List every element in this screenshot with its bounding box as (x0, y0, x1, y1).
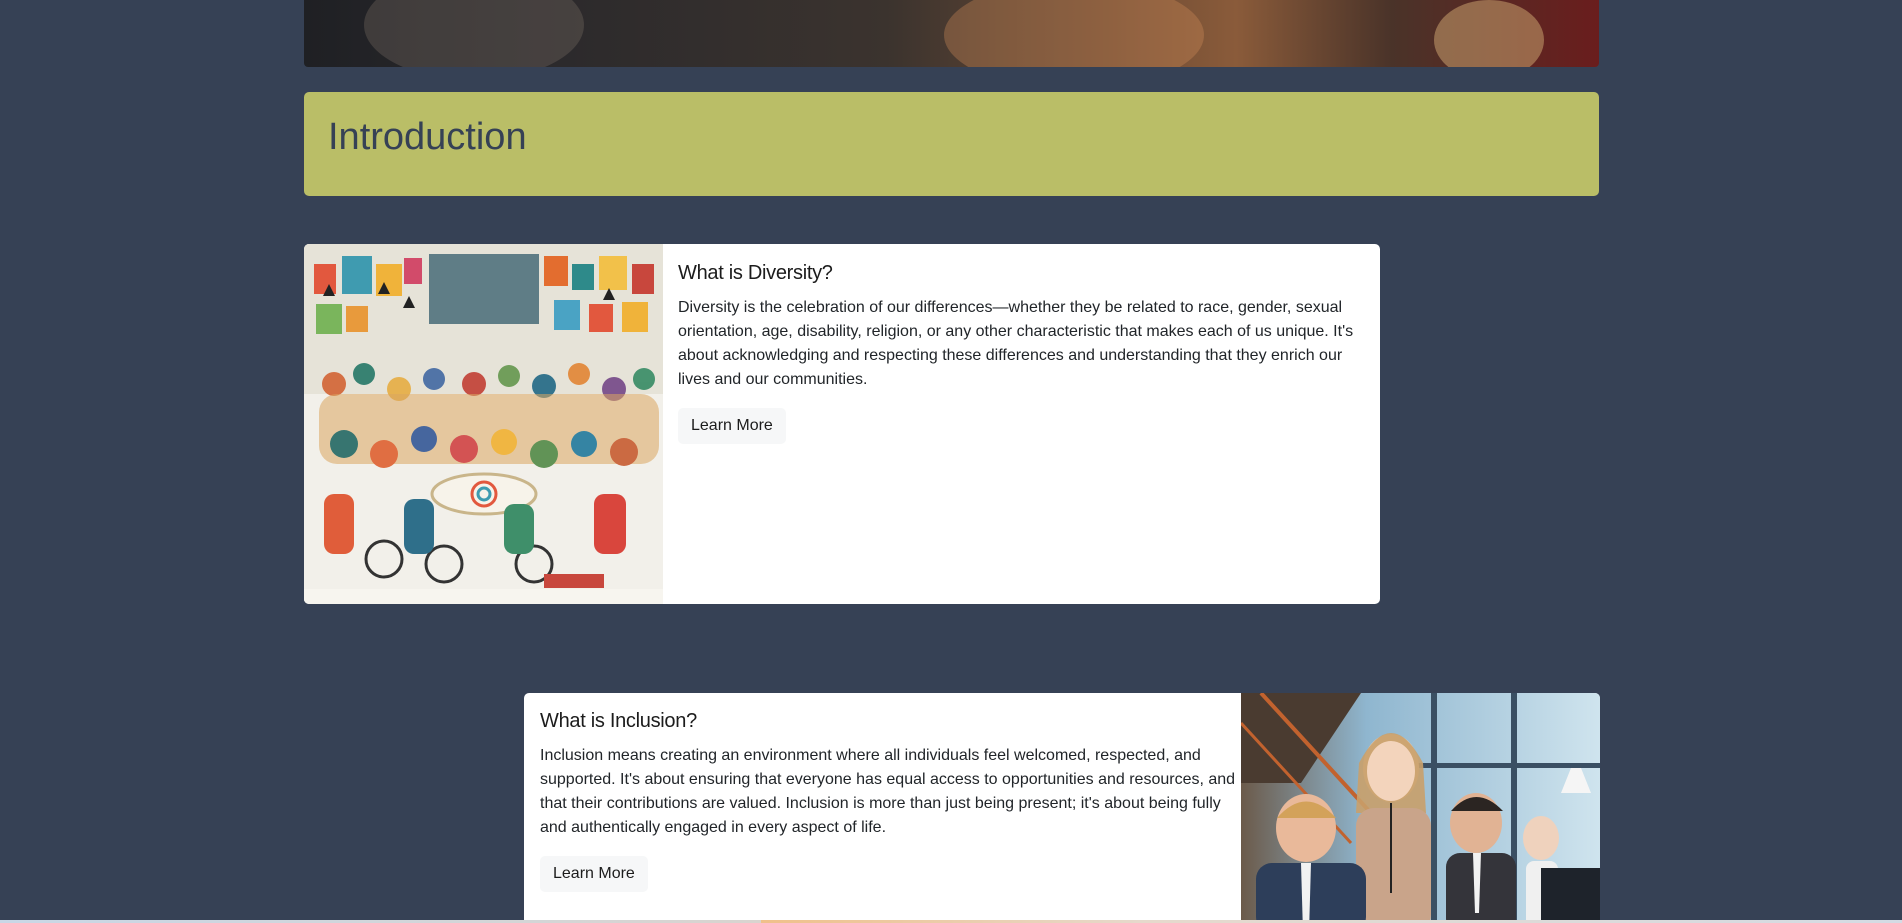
teddy-bear-detail (1434, 0, 1544, 67)
diversity-text: Diversity is the celebration of our diff… (678, 299, 1354, 388)
diversity-title: What is Diversity? (678, 262, 833, 284)
hero-image (304, 0, 1599, 67)
intro-title: Introduction (328, 116, 527, 158)
inclusion-text: Inclusion means creating an environment … (540, 747, 1236, 836)
inclusion-card: What is Inclusion? Inclusion means creat… (524, 693, 1600, 923)
page: Introduction What is Diversity? Diversit… (0, 0, 1902, 923)
diversity-image (304, 244, 663, 604)
inclusion-card-body: What is Inclusion? Inclusion means creat… (540, 710, 1240, 892)
inclusion-learn-more-button[interactable]: Learn More (540, 856, 648, 892)
inclusion-image (1241, 693, 1600, 923)
diversity-card-body: What is Diversity? Diversity is the cele… (678, 262, 1368, 444)
intro-banner: Introduction (304, 92, 1599, 196)
diversity-card: What is Diversity? Diversity is the cele… (304, 244, 1380, 604)
diversity-learn-more-button[interactable]: Learn More (678, 408, 786, 444)
inclusion-title: What is Inclusion? (540, 710, 697, 732)
